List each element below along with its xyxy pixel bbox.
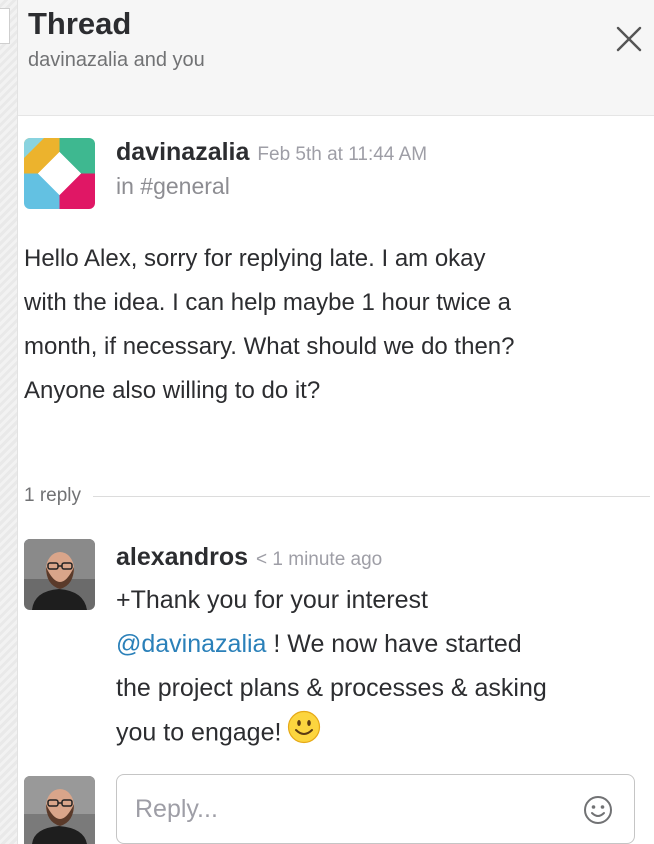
- reply-line-text: ! We now have started: [266, 630, 522, 658]
- left-edge-strip: [0, 0, 18, 844]
- user-mention[interactable]: @davinazalia: [116, 630, 266, 658]
- avatar[interactable]: [24, 138, 95, 209]
- reply-body: +Thank you for your interest @davinazali…: [116, 578, 636, 758]
- message-line: with the idea. I can help maybe 1 hour t…: [24, 289, 511, 316]
- reply-line-text: you to engage!: [116, 718, 282, 747]
- divider-line: [93, 495, 650, 497]
- reply-composer: [116, 774, 635, 844]
- avatar[interactable]: [24, 539, 95, 610]
- reply-header: alexandros < 1 minute ago: [116, 543, 382, 572]
- message-timestamp[interactable]: Feb 5th at 11:44 AM: [257, 144, 427, 165]
- parent-message-header: davinazalia Feb 5th at 11:44 AM in #gener…: [116, 138, 427, 200]
- reply-line: you to engage!: [116, 710, 636, 758]
- reply-timestamp[interactable]: < 1 minute ago: [256, 549, 382, 570]
- reply-count: 1 reply: [24, 485, 82, 506]
- message-line: Hello Alex, sorry for replying late. I a…: [24, 245, 486, 272]
- emoji-icon: [584, 796, 612, 824]
- message-body: Hello Alex, sorry for replying late. I a…: [24, 237, 624, 413]
- thread-panel: Thread davinazalia and you davinazalia Fe: [18, 0, 654, 844]
- message-author[interactable]: davinazalia: [116, 138, 249, 166]
- message-line: Anyone also willing to do it?: [24, 377, 321, 404]
- close-icon: [616, 26, 642, 52]
- slack-logo-icon: [24, 138, 95, 209]
- edge-tab: [0, 8, 10, 44]
- message-line: month, if necessary. What should we do t…: [24, 333, 515, 360]
- thread-subtitle: davinazalia and you: [28, 49, 205, 71]
- user-photo-icon: [24, 539, 95, 610]
- thread-header: Thread davinazalia and you: [18, 0, 654, 116]
- channel-prefix: in: [116, 173, 141, 199]
- channel-line: in #general: [116, 173, 427, 200]
- reply-input[interactable]: [135, 789, 565, 829]
- avatar: [24, 776, 95, 844]
- reply-author[interactable]: alexandros: [116, 543, 248, 571]
- reply-line: the project plans & processes & asking: [116, 674, 547, 702]
- reply-line: +Thank you for your interest: [116, 586, 428, 614]
- close-button[interactable]: [612, 22, 646, 56]
- emoji-button[interactable]: [582, 794, 614, 826]
- thread-title: Thread: [28, 6, 132, 41]
- smiley-icon: [287, 710, 321, 758]
- reply-divider: 1 reply: [24, 484, 650, 508]
- user-photo-icon: [24, 776, 95, 844]
- reply-line: @davinazalia ! We now have started: [116, 622, 636, 666]
- channel-link[interactable]: #general: [140, 173, 230, 199]
